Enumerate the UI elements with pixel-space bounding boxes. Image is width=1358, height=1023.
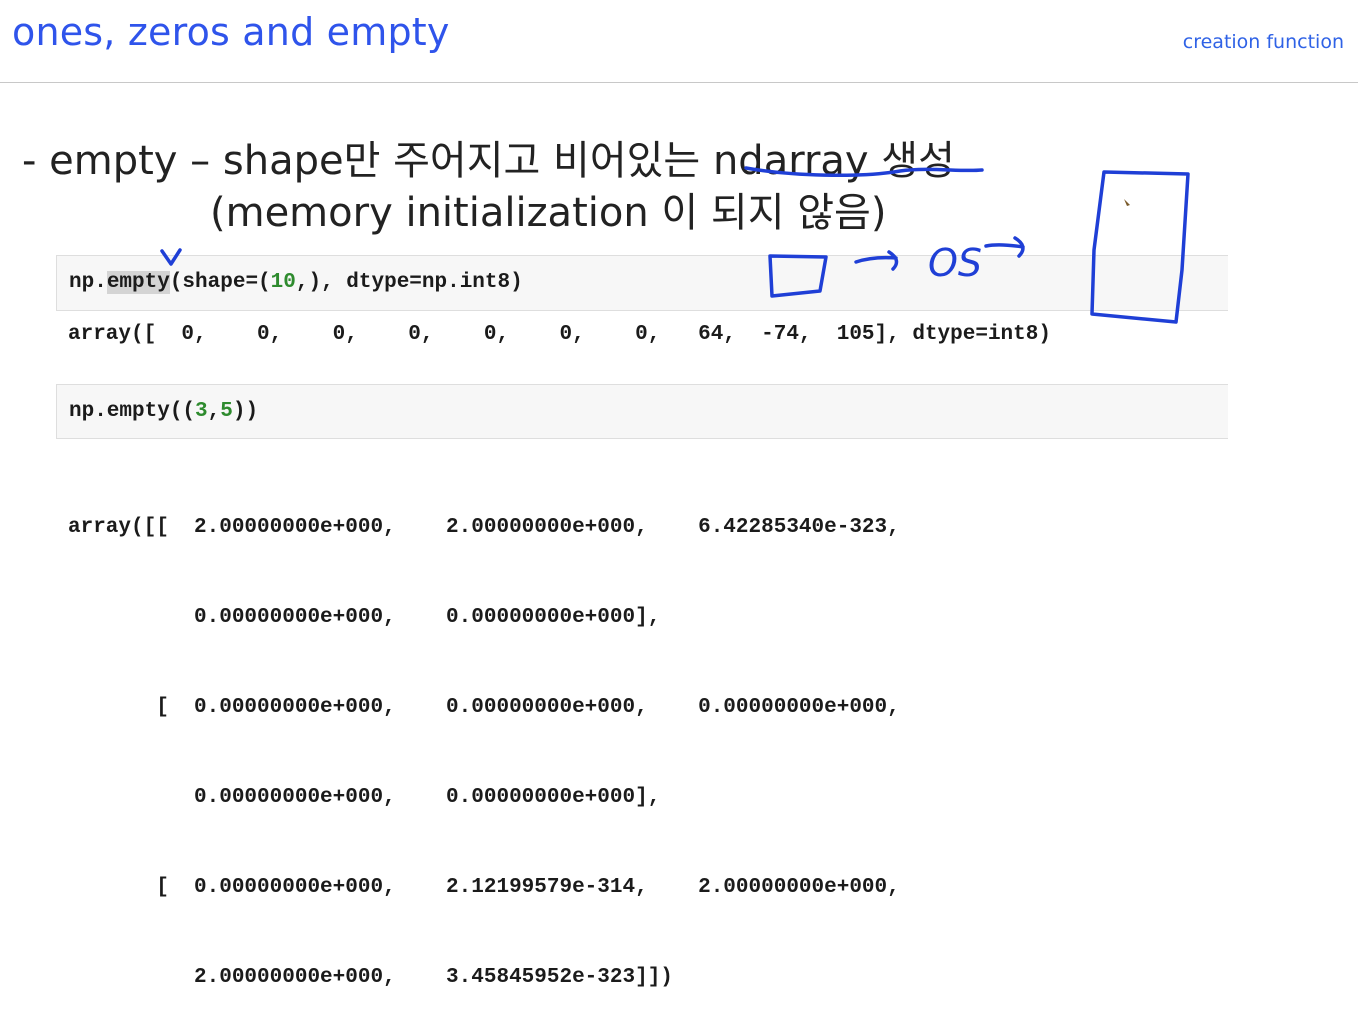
mouse-cursor-icon	[1124, 199, 1130, 206]
output-line: 0.00000000e+000, 0.00000000e+000],	[68, 786, 661, 809]
output-line: [ 0.00000000e+000, 0.00000000e+000, 0.00…	[68, 696, 900, 719]
checkmark-stroke	[160, 248, 182, 266]
output-line: 2.00000000e+000, 3.45845952e-323]])	[68, 966, 673, 989]
handwritten-annotations: OS	[160, 166, 1190, 324]
tall-rect-sketch	[1090, 170, 1190, 324]
handwritten-os-text: OS	[928, 241, 982, 285]
underline-stroke	[744, 166, 984, 178]
arrow-stroke-1	[854, 250, 899, 271]
output-line: [ 0.00000000e+000, 2.12199579e-314, 2.00…	[68, 876, 900, 899]
arrow-stroke-2	[984, 236, 1025, 258]
box-sketch	[768, 254, 828, 298]
